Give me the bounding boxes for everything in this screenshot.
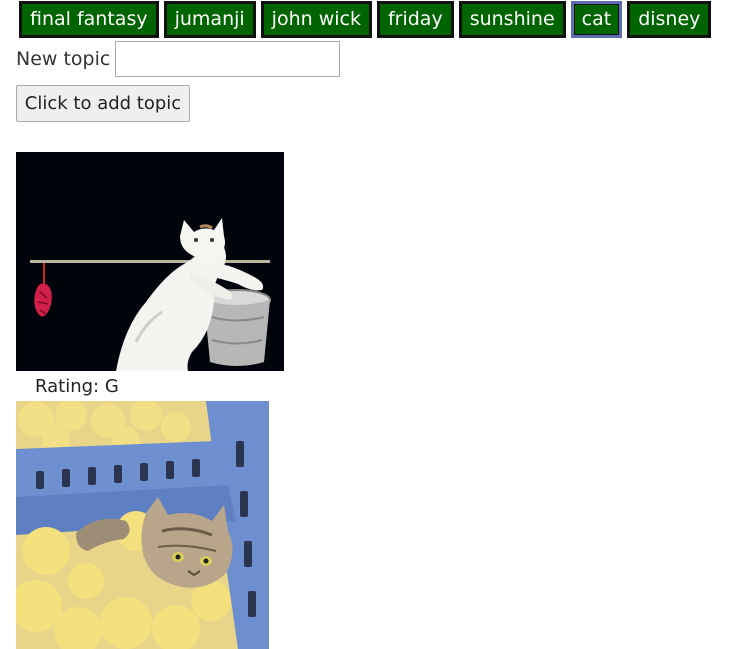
result-gif-cat-with-chicks	[16, 401, 269, 649]
topic-button-john-wick[interactable]: john wick	[260, 1, 372, 38]
topic-button-cat[interactable]: cat	[570, 1, 623, 38]
result-gif-cat-swatting	[16, 152, 284, 371]
new-topic-row: New topic	[16, 41, 341, 77]
topic-button-friday[interactable]: friday	[376, 1, 454, 38]
topic-button-final-fantasy[interactable]: final fantasy	[19, 1, 159, 38]
new-topic-label: New topic	[16, 48, 111, 70]
topic-button-jumanji[interactable]: jumanji	[163, 1, 256, 38]
rating-text: Rating: G	[35, 376, 119, 397]
topic-button-disney[interactable]: disney	[627, 1, 712, 38]
topic-buttons: final fantasy jumanji john wick friday s…	[19, 1, 712, 38]
topic-button-sunshine[interactable]: sunshine	[458, 1, 566, 38]
add-topic-button[interactable]: Click to add topic	[16, 85, 190, 122]
new-topic-input[interactable]	[115, 41, 341, 77]
